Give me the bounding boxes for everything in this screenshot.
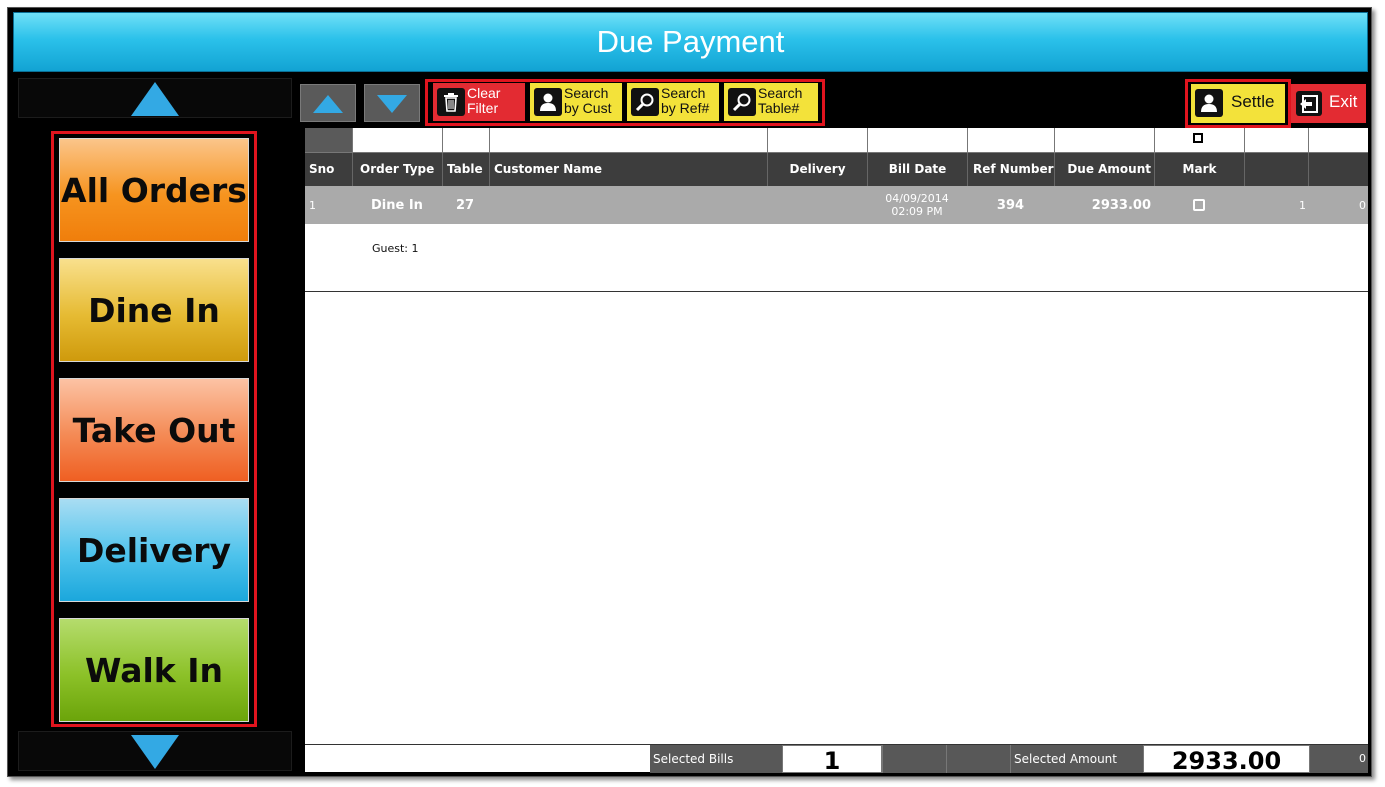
column-header[interactable]: Mark <box>1154 153 1244 186</box>
column-header[interactable]: Ref Number <box>967 153 1054 186</box>
exit-button[interactable]: Exit <box>1291 84 1366 123</box>
search-cust-label-2: by Cust <box>564 100 612 116</box>
column-header[interactable]: Due Amount <box>1054 153 1154 186</box>
filter-cell[interactable] <box>867 128 967 152</box>
up-arrow-icon <box>131 82 179 116</box>
due-bills-table: Sno Order Type Table Customer Name Deliv… <box>305 128 1368 745</box>
main-panel: Clear Filter Search by Cust Search by Re… <box>297 76 1368 775</box>
extra-cell: 0 <box>1359 198 1366 212</box>
row-detail: Guest: 1 <box>305 224 1368 292</box>
down-arrow-icon <box>131 735 179 769</box>
filter-cell <box>1308 128 1368 152</box>
category-label: Delivery <box>76 530 232 570</box>
select-all-checkbox[interactable] <box>1193 133 1203 143</box>
column-header[interactable]: Customer Name <box>489 153 767 186</box>
clear-filter-label-2: Filter <box>467 100 499 116</box>
column-header[interactable]: Order Type <box>352 153 442 186</box>
column-header[interactable]: Sno <box>305 153 352 186</box>
selected-amount-label: Selected Amount <box>1010 745 1143 773</box>
bill-time: 02:09 PM <box>891 205 943 218</box>
category-label: All Orders <box>61 170 247 210</box>
filter-cell[interactable] <box>967 128 1054 152</box>
table-header: Sno Order Type Table Customer Name Deliv… <box>305 153 1368 186</box>
category-panel: All Orders Dine In Take Out Delivery Wal… <box>12 76 294 772</box>
toolbar: Clear Filter Search by Cust Search by Re… <box>297 76 1368 128</box>
filter-mark-cell[interactable] <box>1154 128 1244 152</box>
category-list: All Orders Dine In Take Out Delivery Wal… <box>51 131 257 727</box>
search-cust-label-1: Search <box>564 85 609 101</box>
category-scroll-up-button[interactable] <box>18 78 292 118</box>
app-window: Due Payment All Orders Dine In Take Out … <box>7 7 1372 777</box>
scroll-down-button[interactable] <box>364 84 420 122</box>
column-header <box>1308 153 1368 186</box>
column-header[interactable]: Table <box>442 153 489 186</box>
summary-trailing: 0 <box>1310 745 1368 773</box>
ref-number-cell: 394 <box>996 197 1025 213</box>
settle-label: Settle <box>1231 92 1275 111</box>
filter-cell <box>305 128 352 152</box>
column-header <box>1244 153 1308 186</box>
order-type-cell: Dine In <box>371 197 423 213</box>
filter-cell[interactable] <box>767 128 867 152</box>
selected-bills-value: 1 <box>782 745 882 775</box>
search-table-label-1: Search <box>758 85 803 101</box>
category-walk-in-button[interactable]: Walk In <box>59 618 249 722</box>
delivery-cell <box>767 186 867 224</box>
category-label: Take Out <box>72 410 236 450</box>
column-header[interactable]: Delivery <box>767 153 867 186</box>
exit-icon <box>1296 91 1322 116</box>
up-arrow-icon <box>313 95 343 113</box>
bill-date-cell: 04/09/2014 02:09 PM <box>867 186 967 224</box>
category-scroll-down-button[interactable] <box>18 731 292 771</box>
filter-cell[interactable] <box>489 128 767 152</box>
search-by-cust-button[interactable]: Search by Cust <box>530 83 622 121</box>
exit-label: Exit <box>1329 92 1358 111</box>
search-by-ref-button[interactable]: Search by Ref# <box>627 83 719 121</box>
clear-filter-label-1: Clear <box>467 85 501 101</box>
selected-amount-value: 2933.00 <box>1143 745 1310 775</box>
category-delivery-button[interactable]: Delivery <box>59 498 249 602</box>
bill-date: 04/09/2014 <box>885 192 949 205</box>
column-header[interactable]: Bill Date <box>867 153 967 186</box>
category-dine-in-button[interactable]: Dine In <box>59 258 249 362</box>
table-row[interactable]: 1 Dine In 27 04/09/2014 02:09 PM 394 293… <box>305 186 1368 224</box>
customer-name-cell <box>493 186 763 224</box>
settle-button[interactable]: Settle <box>1191 84 1285 123</box>
due-amount-cell: 2933.00 <box>1091 197 1151 213</box>
filter-cell[interactable] <box>1054 128 1154 152</box>
mark-cell <box>1154 186 1244 224</box>
summary-bar: Selected Bills 1 Selected Amount 2933.00… <box>305 744 1368 775</box>
magnifier-icon <box>631 88 659 116</box>
summary-spacer <box>946 745 1010 773</box>
sno-cell: 1 <box>309 198 316 212</box>
window-title: Due Payment <box>596 24 785 59</box>
search-ref-label-1: Search <box>661 85 706 101</box>
guest-count: Guest: 1 <box>372 242 419 255</box>
clear-filter-button[interactable]: Clear Filter <box>433 83 525 121</box>
extra-cell: 1 <box>1299 198 1306 212</box>
scroll-up-button[interactable] <box>300 84 356 122</box>
filter-cell[interactable] <box>352 128 442 152</box>
down-arrow-icon <box>377 95 407 113</box>
magnifier-icon <box>728 88 756 116</box>
table-cell: 27 <box>456 197 475 213</box>
search-ref-label-2: by Ref# <box>661 100 710 116</box>
category-label: Walk In <box>84 650 223 690</box>
user-icon <box>534 88 562 116</box>
search-by-table-button[interactable]: Search Table# <box>724 83 818 121</box>
filter-cell <box>1244 128 1308 152</box>
category-take-out-button[interactable]: Take Out <box>59 378 249 482</box>
title-bar: Due Payment <box>13 12 1368 72</box>
category-label: Dine In <box>88 290 220 330</box>
trash-icon <box>437 88 465 116</box>
summary-spacer <box>882 745 946 773</box>
filter-cell[interactable] <box>442 128 489 152</box>
filter-row <box>305 128 1368 153</box>
selected-bills-label: Selected Bills <box>650 745 782 773</box>
user-icon <box>1195 89 1223 117</box>
mark-checkbox[interactable] <box>1193 199 1205 211</box>
search-table-label-2: Table# <box>758 100 800 116</box>
category-all-orders-button[interactable]: All Orders <box>59 138 249 242</box>
